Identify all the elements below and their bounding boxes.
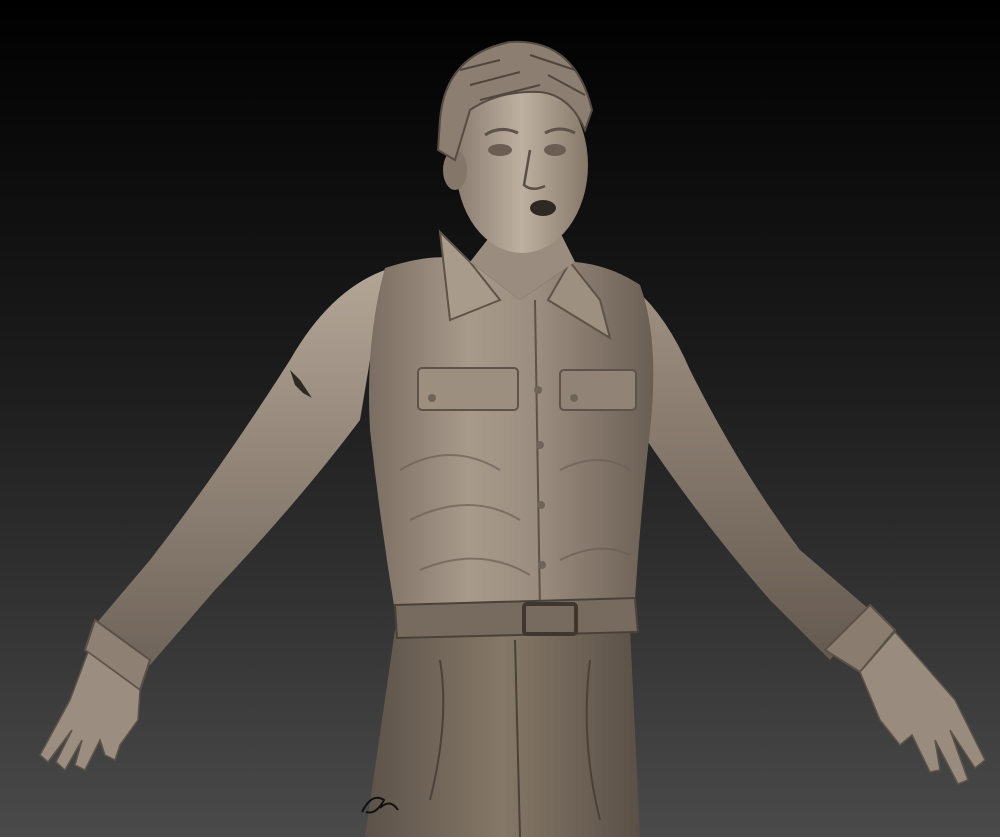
pocket-button (428, 394, 436, 402)
right-chest-pocket (559, 369, 637, 411)
shirt-button (534, 386, 542, 394)
pants (365, 628, 640, 837)
pocket-button (570, 394, 578, 402)
open-mouth (530, 200, 556, 216)
viewport-canvas (0, 0, 1000, 837)
right-sleeve (615, 275, 870, 660)
shirt-button (538, 561, 546, 569)
right-eye (544, 144, 566, 156)
belt (393, 596, 640, 640)
clay-sculpt-figure (39, 40, 986, 837)
left-chest-pocket (417, 367, 519, 411)
shirt-button (536, 441, 544, 449)
shirt-button (537, 501, 545, 509)
left-sleeve (95, 270, 385, 665)
shirt-torso (369, 257, 654, 612)
left-eye (488, 144, 512, 156)
right-hand (859, 630, 986, 785)
